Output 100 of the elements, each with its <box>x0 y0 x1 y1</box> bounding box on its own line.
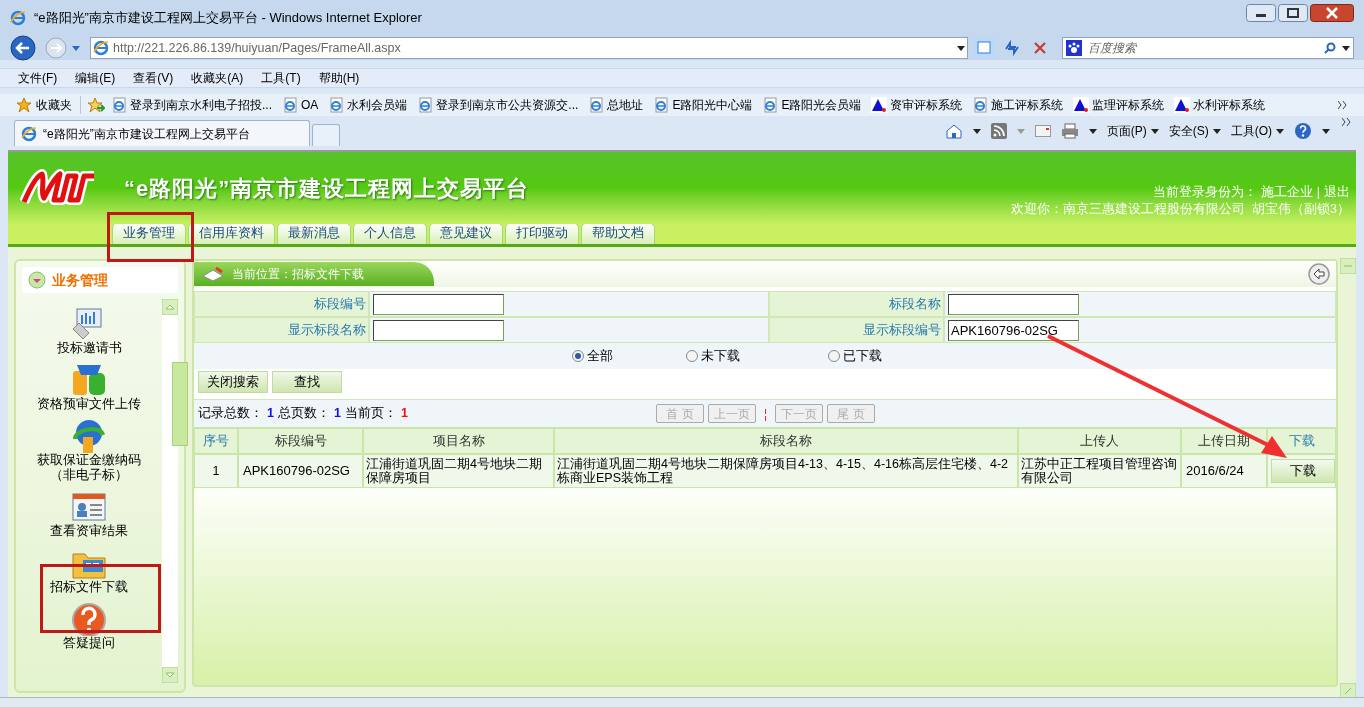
separator-text: | <box>1316 184 1320 201</box>
text-field[interactable] <box>948 293 1079 315</box>
identity-label: 当前登录身份为： <box>1152 184 1257 201</box>
menu-item[interactable]: 编辑(E) <box>75 69 116 87</box>
menu-item[interactable]: 工具(T) <box>261 69 301 87</box>
scroll-handle-icon[interactable] <box>1340 258 1356 274</box>
caret-icon[interactable] <box>1322 128 1330 134</box>
add-favorite-icon[interactable] <box>87 97 105 113</box>
field-label: 标段编号 <box>194 291 369 317</box>
summary-label: 记录总数： <box>198 405 263 423</box>
nav-tab[interactable]: 意见建议 <box>429 222 503 244</box>
page-icon <box>972 97 989 113</box>
triangle-icon <box>871 97 888 113</box>
table-cell: 江苏中正工程项目管理咨询有限公司 <box>1018 454 1181 488</box>
action-button[interactable]: 查找 <box>272 371 342 393</box>
nav-tab[interactable]: 个人信息 <box>353 222 427 244</box>
browser-logo-icon <box>10 10 26 26</box>
table-cell: 2016/6/24 <box>1181 454 1267 488</box>
favorite-link[interactable]: 资审评标系统 <box>871 96 963 114</box>
resize-grip-icon[interactable] <box>1340 683 1356 697</box>
radio-option[interactable]: 全部 <box>572 346 686 366</box>
mail-icon[interactable] <box>1034 125 1051 137</box>
feed-icon[interactable] <box>990 123 1007 139</box>
field-label: 显示标段名称 <box>194 317 369 343</box>
menu-item[interactable]: 查看(V) <box>133 69 174 87</box>
favorite-link[interactable]: E路阳光会员端 <box>762 96 862 114</box>
favorite-link[interactable]: E路阳光中心端 <box>653 96 753 114</box>
nav-tab[interactable]: 打印驱动 <box>505 222 579 244</box>
text-field[interactable]: APK160796-02SG <box>948 319 1079 341</box>
browser-tab[interactable]: “e路阳光”南京市建设工程网上交易平台 <box>14 120 310 146</box>
caret-icon[interactable] <box>972 128 981 134</box>
favorite-link[interactable]: 总地址 <box>588 96 644 114</box>
sidebar-item[interactable]: 获取保证金缴纳码（非电子标） <box>37 419 141 483</box>
page-icon <box>328 97 345 113</box>
caret-icon[interactable] <box>1088 128 1097 134</box>
pager-separator: ¦ <box>764 405 768 423</box>
command-menu[interactable]: 安全(S) <box>1168 122 1221 140</box>
back-arrow-button[interactable] <box>1308 263 1330 285</box>
search-field[interactable]: 百度搜索 <box>1061 37 1354 59</box>
column-header: 序号 <box>194 428 238 454</box>
favorite-link[interactable]: 水利评标系统 <box>1174 96 1266 114</box>
home-icon[interactable] <box>944 123 963 139</box>
address-bar[interactable]: http://221.226.86.139/huiyuan/Pages/FrameAll.aspx <box>90 37 968 59</box>
menu-item[interactable]: 文件(F) <box>18 69 58 87</box>
browser-logo-icon <box>93 40 109 56</box>
search-icon[interactable] <box>1324 42 1336 54</box>
sidebar-item[interactable]: 查看资审结果 <box>37 490 141 539</box>
text-field[interactable] <box>373 293 504 315</box>
sidebar-item[interactable]: 答疑提问 <box>37 602 141 651</box>
caret-icon[interactable] <box>1212 128 1221 134</box>
nav-tab[interactable]: 帮助文档 <box>581 222 655 244</box>
favorite-link[interactable]: 施工评标系统 <box>972 96 1064 114</box>
nav-tab[interactable]: 业务管理 <box>112 222 186 244</box>
radio-option[interactable]: 未下载 <box>686 346 828 366</box>
sidebar-item[interactable]: 招标文件下载 <box>37 546 141 595</box>
favorites-button[interactable]: 收藏夹 <box>16 96 81 114</box>
search-input[interactable]: 百度搜索 <box>1087 39 1318 57</box>
favorite-link[interactable]: OA <box>282 96 319 114</box>
table-cell: 江浦街道巩固二期4号地块二期保障房项目4-13、4-15、4-16栋高层住宅楼、4-2栋商业EPS装饰工程 <box>554 454 1018 488</box>
question-icon <box>71 602 107 636</box>
action-button[interactable]: 关闭搜索 <box>198 371 268 393</box>
summary-value: 1 <box>333 405 341 423</box>
sidebar-item[interactable]: 投标邀请书 <box>37 307 141 356</box>
download-button[interactable]: 下载 <box>1271 459 1335 483</box>
close-button[interactable] <box>1310 4 1354 22</box>
nav-tab[interactable]: 最新消息 <box>277 222 351 244</box>
page-icon <box>111 97 127 113</box>
page-icon <box>588 97 605 113</box>
command-menu[interactable]: 页面(P) <box>1106 122 1159 140</box>
menu-item[interactable]: 帮助(H) <box>318 69 360 87</box>
scrollbar-thumb[interactable] <box>172 362 188 446</box>
maximize-button[interactable] <box>1278 4 1308 22</box>
triangle-icon <box>1073 97 1090 113</box>
favorite-link[interactable]: 登录到南京市公共资源交... <box>417 96 579 114</box>
summary-value: 1 <box>400 405 408 423</box>
summary-label: 当前页： <box>344 405 397 423</box>
caret-icon[interactable] <box>1342 45 1350 51</box>
caret-icon[interactable] <box>1276 128 1284 134</box>
help-icon[interactable] <box>1294 122 1312 140</box>
text-field[interactable] <box>373 319 504 341</box>
favorite-link[interactable]: 监理评标系统 <box>1073 96 1165 114</box>
caret-icon[interactable] <box>956 45 965 51</box>
chevron-icon[interactable] <box>1338 101 1348 109</box>
menu-item[interactable]: 收藏夹(A) <box>191 69 244 87</box>
breadcrumb-text: 当前位置：招标文件下载 <box>232 266 364 283</box>
print-icon[interactable] <box>1060 123 1079 139</box>
column-header: 上传人 <box>1018 428 1181 454</box>
command-menu[interactable]: 工具(O) <box>1230 122 1284 140</box>
minimize-button[interactable] <box>1246 4 1276 22</box>
sidebar-item[interactable]: 资格预审文件上传 <box>37 363 141 412</box>
table-cell: APK160796-02SG <box>238 454 363 488</box>
chevron-icon[interactable] <box>1342 118 1352 126</box>
caret-icon[interactable] <box>1150 128 1159 134</box>
page-icon <box>653 97 670 113</box>
favorite-link[interactable]: 登录到南京水利电子招投... <box>111 96 272 114</box>
favorite-link[interactable]: 水利会员端 <box>328 96 408 114</box>
radio-option[interactable]: 已下载 <box>828 346 928 366</box>
field-label: 显示标段编号 <box>769 317 944 343</box>
star-icon <box>16 97 32 113</box>
cubes-icon <box>71 363 107 397</box>
